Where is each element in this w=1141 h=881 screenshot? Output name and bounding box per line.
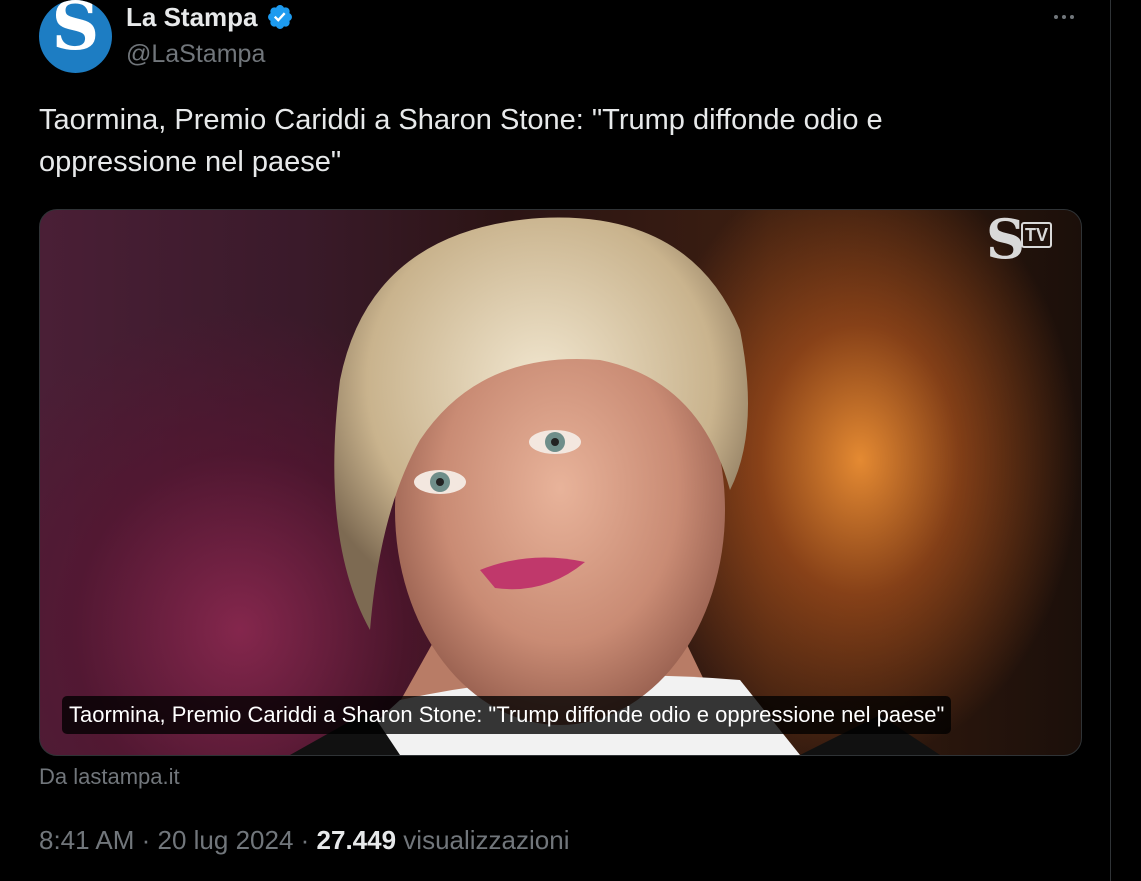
display-name[interactable]: La Stampa [126,0,258,34]
more-horizontal-icon [1054,15,1058,19]
card-photo [290,217,940,755]
author-block: La Stampa @LaStampa [126,0,294,74]
name-row: La Stampa [126,0,294,34]
avatar-logo: S [51,0,100,65]
column-divider [1110,0,1111,881]
views-count: 27.449 [316,825,397,855]
tweet-container: S La Stampa @LaStampa Taormina, Premio C… [0,0,1141,881]
stv-logo-s: S [986,209,1025,271]
verified-badge-icon[interactable] [266,3,294,31]
stv-logo: S TV [986,209,1053,271]
more-dot [1070,15,1074,19]
views-label: visualizzazioni [403,825,570,855]
meta-separator: · [293,825,317,855]
user-handle[interactable]: @LaStampa [126,34,294,74]
link-card[interactable]: S TV Taormina, Premio Cariddi a Sharon S… [39,209,1082,756]
more-dot [1062,15,1066,19]
avatar[interactable]: S [39,0,112,73]
tweet-text: Taormina, Premio Cariddi a Sharon Stone:… [39,104,883,178]
tweet-time[interactable]: 8:41 AM [39,825,134,855]
card-caption: Taormina, Premio Cariddi a Sharon Stone:… [62,696,952,734]
card-source[interactable]: Da lastampa.it [39,762,180,792]
more-options-button[interactable] [1043,2,1085,32]
meta-separator: · [134,825,158,855]
tweet-date[interactable]: 20 lug 2024 [158,825,294,855]
stv-logo-tv: TV [1021,222,1053,248]
tweet-meta: 8:41 AM · 20 lug 2024 · 27.449 visualizz… [39,822,569,858]
